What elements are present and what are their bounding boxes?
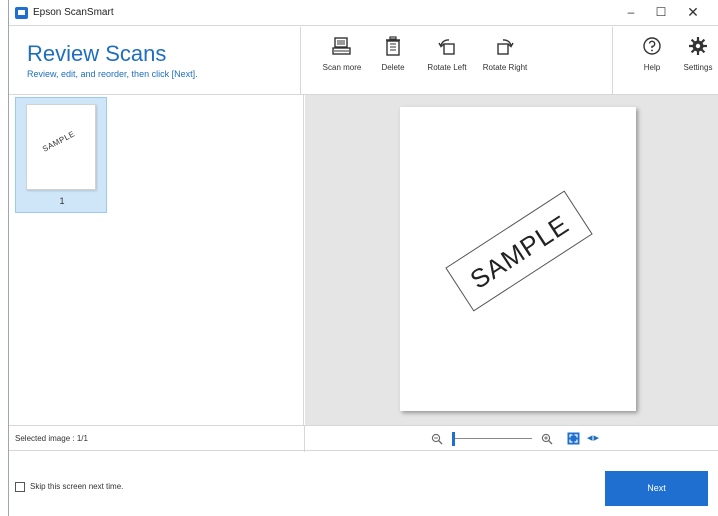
footer: Skip this screen next time. Next <box>9 451 718 516</box>
selected-image-status: Selected image : 1/1 <box>15 434 88 443</box>
thumbnail-number: 1 <box>59 196 65 206</box>
thumbnail-pane: SAMPLE 1 <box>9 95 304 425</box>
preview-sample-text: SAMPLE <box>445 190 593 312</box>
scan-more-button[interactable]: Scan more <box>313 35 371 87</box>
rotate-right-button[interactable]: Rotate Right <box>476 35 534 87</box>
rotate-left-label: Rotate Left <box>427 63 467 72</box>
settings-label: Settings <box>683 63 713 72</box>
zoom-slider-handle[interactable] <box>452 432 455 446</box>
window-title: Epson ScanSmart <box>33 7 114 18</box>
zoom-in-icon[interactable] <box>541 433 553 445</box>
fit-to-window-icon[interactable] <box>567 432 580 445</box>
rotate-right-label: Rotate Right <box>482 63 528 72</box>
settings-button[interactable]: Settings <box>669 35 718 87</box>
gear-icon <box>689 37 707 55</box>
actual-size-icon[interactable]: ◂▸ <box>587 431 600 444</box>
status-divider <box>304 426 305 452</box>
trash-icon <box>386 36 400 56</box>
app-window: Epson ScanSmart – ☐ ✕ Review Scans Revie… <box>8 0 718 516</box>
page-title: Review Scans <box>27 41 167 66</box>
toolbar-divider <box>612 27 613 95</box>
zoom-slider-track <box>452 438 532 439</box>
scanner-icon <box>332 37 351 55</box>
thumbnail-image: SAMPLE <box>26 104 96 190</box>
close-button[interactable]: ✕ <box>681 3 705 21</box>
thumbnail-sample-text: SAMPLE <box>40 129 77 154</box>
help-icon <box>643 37 661 55</box>
zoom-slider[interactable] <box>452 432 532 446</box>
skip-screen-label: Skip this screen next time. <box>30 482 124 491</box>
page-subtitle: Review, edit, and reorder, then click [N… <box>27 69 198 79</box>
status-bar: Selected image : 1/1 ◂▸ <box>9 425 718 452</box>
epson-app-icon <box>15 7 28 19</box>
rotate-left-icon <box>438 39 455 55</box>
maximize-button[interactable]: ☐ <box>649 3 673 21</box>
preview-page: SAMPLE <box>400 107 636 411</box>
scan-more-label: Scan more <box>322 63 362 72</box>
title-bar: Epson ScanSmart – ☐ ✕ <box>9 0 718 26</box>
rotate-right-icon <box>497 39 514 55</box>
preview-pane: SAMPLE <box>305 95 718 425</box>
minimize-button[interactable]: – <box>619 3 643 21</box>
next-button[interactable]: Next <box>605 471 708 506</box>
delete-button[interactable]: Delete <box>364 35 422 87</box>
skip-screen-checkbox[interactable] <box>15 482 25 492</box>
thumbnail-item[interactable]: SAMPLE 1 <box>15 97 107 213</box>
rotate-left-button[interactable]: Rotate Left <box>418 35 476 87</box>
zoom-out-icon[interactable] <box>431 433 443 445</box>
toolbar-divider <box>300 27 301 95</box>
delete-label: Delete <box>381 63 405 72</box>
header: Review Scans Review, edit, and reorder, … <box>9 27 718 95</box>
